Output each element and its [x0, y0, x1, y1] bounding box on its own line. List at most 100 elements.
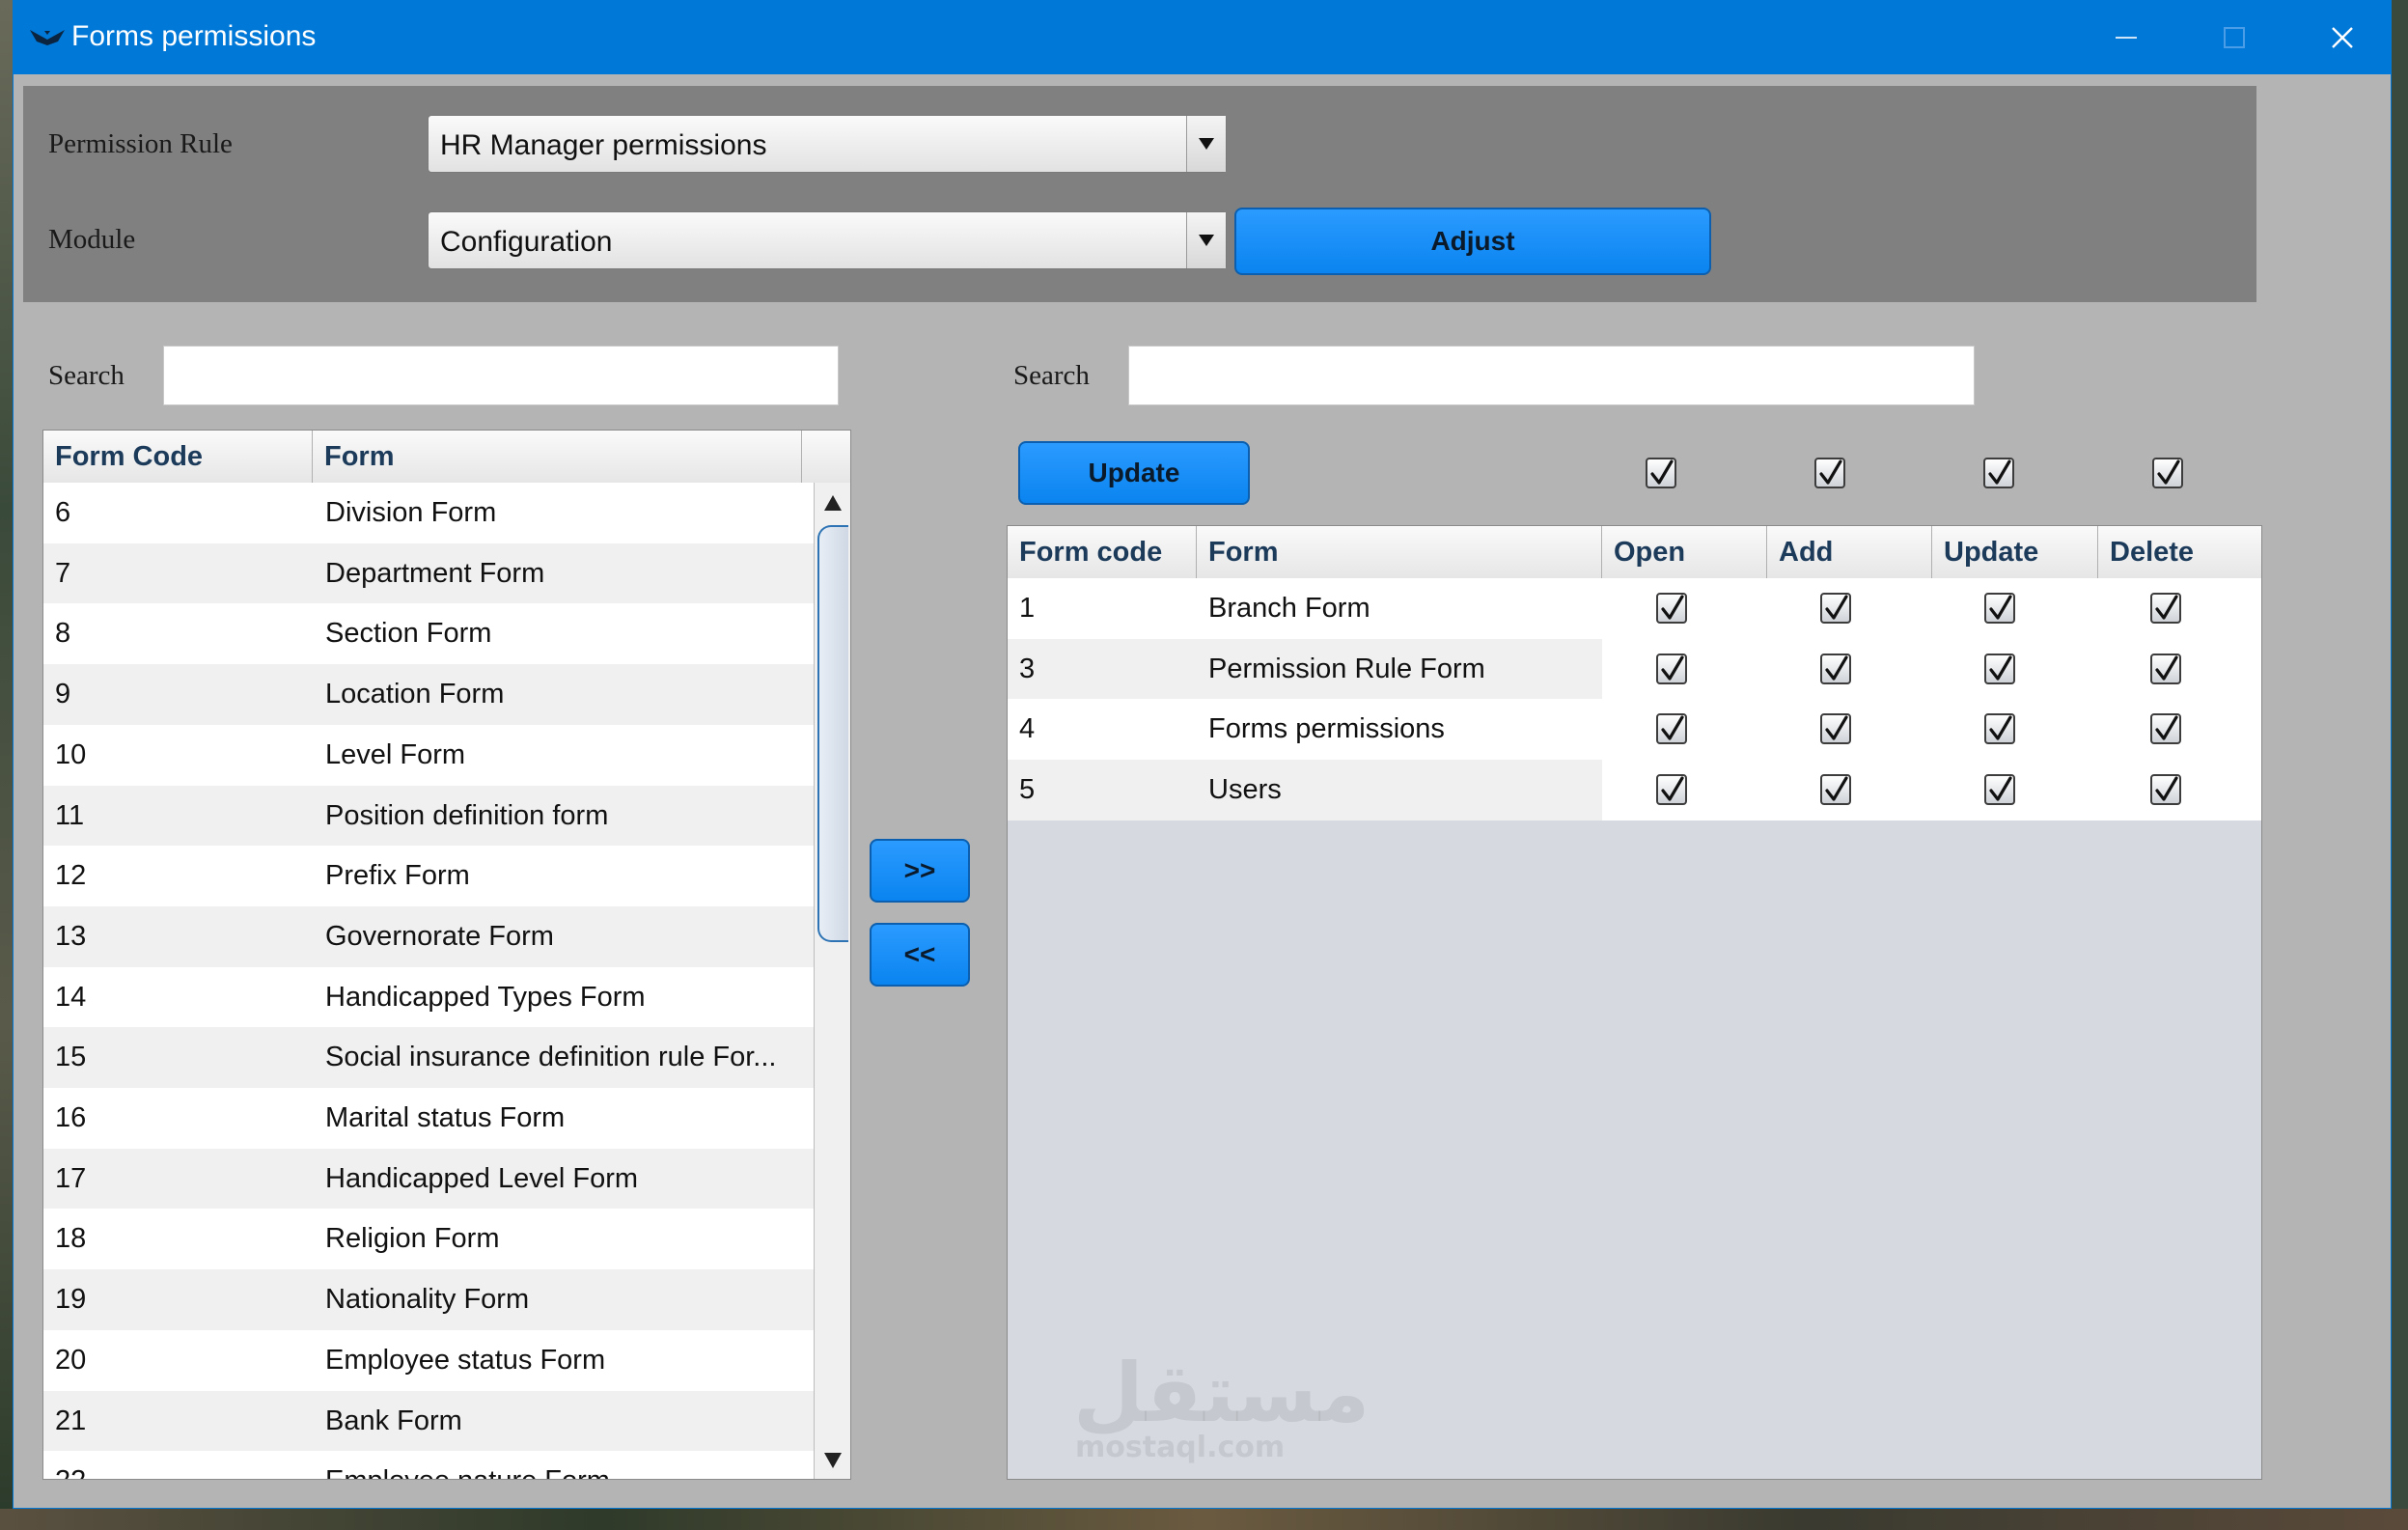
title-bar[interactable]: Forms permissions [14, 1, 2391, 74]
app-logo-icon [30, 30, 65, 45]
assigned-forms-table: Form code Form Open Add Update Delete 1 B… [1007, 525, 2262, 1480]
chevron-down-icon[interactable] [1186, 116, 1226, 172]
form-name-cell: Permission Rule Form [1208, 653, 1485, 684]
select-all-checkbox[interactable] [1814, 458, 1845, 488]
column-header-form-code[interactable]: Form Code [43, 431, 313, 483]
maximize-button[interactable] [2180, 1, 2288, 74]
form-name-cell: Social insurance definition rule For... [325, 1042, 777, 1073]
table-row[interactable]: 5 Users [1008, 760, 2261, 821]
form-name-cell: Branch Form [1208, 593, 1370, 624]
update-checkbox[interactable] [1984, 774, 2015, 806]
delete-checkbox[interactable] [2150, 653, 2181, 684]
left-search-input[interactable] [163, 346, 839, 405]
add-checkbox[interactable] [1820, 653, 1851, 684]
form-code-cell: 6 [55, 497, 71, 528]
open-checkbox[interactable] [1656, 774, 1687, 806]
table-row[interactable]: 17 Handicapped Level Form [43, 1148, 814, 1210]
column-header-open[interactable]: Open [1602, 526, 1767, 578]
scroll-thumb[interactable] [817, 525, 848, 942]
table-row[interactable]: 15 Social insurance definition rule For..… [43, 1027, 814, 1089]
table-row[interactable]: 4 Forms permissions [1008, 699, 2261, 761]
update-checkbox[interactable] [1984, 713, 2015, 745]
filter-panel: Permission Rule HR Manager permissions M… [23, 86, 2256, 302]
form-code-cell: 17 [55, 1162, 87, 1194]
chevron-down-icon[interactable] [1186, 212, 1226, 268]
table-row[interactable]: 19 Nationality Form [43, 1269, 814, 1331]
update-checkbox[interactable] [1984, 653, 2015, 684]
close-icon [2332, 27, 2353, 48]
vertical-scrollbar[interactable] [814, 483, 850, 1479]
minimize-button[interactable] [2072, 1, 2180, 74]
table-header: Form Code Form [43, 431, 850, 484]
update-button[interactable]: Update [1018, 441, 1250, 505]
column-header-form[interactable]: Form [1197, 526, 1602, 578]
form-code-cell: 14 [55, 981, 87, 1013]
form-name-cell: Forms permissions [1208, 713, 1445, 745]
select-all-checkbox[interactable] [1646, 458, 1676, 488]
table-row[interactable]: 12 Prefix Form [43, 846, 814, 907]
add-checkbox[interactable] [1820, 593, 1851, 624]
table-row[interactable]: 22 Employee nature Form [43, 1451, 814, 1479]
form-code-cell: 4 [1019, 713, 1036, 745]
scroll-down-icon[interactable] [823, 1452, 843, 1469]
right-search-input[interactable] [1128, 346, 1975, 405]
add-forms-button[interactable]: >> [870, 839, 970, 903]
form-name-cell: Users [1208, 774, 1282, 806]
open-checkbox[interactable] [1656, 653, 1687, 684]
permission-rule-combo[interactable]: HR Manager permissions [428, 115, 1227, 173]
table-row[interactable]: 1 Branch Form [1008, 578, 2261, 639]
watermark-logo: مستقل [1073, 1346, 1370, 1440]
permission-rule-label: Permission Rule [48, 128, 233, 159]
form-name-cell: Department Form [325, 557, 545, 589]
form-code-cell: 1 [1019, 593, 1036, 624]
table-row[interactable]: 10 Level Form [43, 724, 814, 786]
adjust-button[interactable]: Adjust [1234, 208, 1711, 275]
form-code-cell: 11 [55, 799, 85, 831]
minimize-icon [2116, 37, 2137, 39]
form-name-cell: Location Form [325, 679, 505, 710]
remove-forms-button[interactable]: << [870, 923, 970, 987]
table-row[interactable]: 9 Location Form [43, 664, 814, 726]
form-name-cell: Prefix Form [325, 860, 470, 892]
delete-checkbox[interactable] [2150, 774, 2181, 806]
form-name-cell: Handicapped Level Form [325, 1162, 639, 1194]
table-row[interactable]: 11 Position definition form [43, 785, 814, 847]
open-checkbox[interactable] [1656, 593, 1687, 624]
window-title: Forms permissions [71, 20, 317, 52]
column-header-form-code[interactable]: Form code [1008, 526, 1197, 578]
select-all-checkbox[interactable] [2152, 458, 2183, 488]
form-name-cell: Employee status Form [325, 1344, 606, 1376]
scroll-up-icon[interactable] [823, 494, 843, 512]
module-combo[interactable]: Configuration [428, 211, 1227, 269]
select-all-checkbox[interactable] [1983, 458, 2014, 488]
column-header-add[interactable]: Add [1767, 526, 1932, 578]
form-code-cell: 16 [55, 1102, 87, 1133]
table-row[interactable]: 14 Handicapped Types Form [43, 966, 814, 1028]
column-header-delete[interactable]: Delete [2098, 526, 2261, 578]
form-code-cell: 21 [55, 1405, 87, 1436]
table-row[interactable]: 6 Division Form [43, 483, 814, 543]
table-row[interactable]: 3 Permission Rule Form [1008, 638, 2261, 700]
form-code-cell: 3 [1019, 653, 1036, 684]
table-row[interactable]: 8 Section Form [43, 603, 814, 665]
table-row[interactable]: 13 Governorate Form [43, 905, 814, 967]
form-name-cell: Bank Form [325, 1405, 462, 1436]
column-header-update[interactable]: Update [1932, 526, 2098, 578]
open-checkbox[interactable] [1656, 713, 1687, 745]
form-name-cell: Marital status Form [325, 1102, 566, 1133]
delete-checkbox[interactable] [2150, 593, 2181, 624]
table-row[interactable]: 7 Department Form [43, 542, 814, 604]
form-name-cell: Handicapped Types Form [325, 981, 646, 1013]
add-checkbox[interactable] [1820, 713, 1851, 745]
table-row[interactable]: 16 Marital status Form [43, 1088, 814, 1149]
table-row[interactable]: 18 Religion Form [43, 1209, 814, 1270]
form-code-cell: 12 [55, 860, 87, 892]
close-button[interactable] [2288, 1, 2396, 74]
delete-checkbox[interactable] [2150, 713, 2181, 745]
update-checkbox[interactable] [1984, 593, 2015, 624]
form-name-cell: Section Form [325, 618, 492, 650]
table-row[interactable]: 20 Employee status Form [43, 1329, 814, 1391]
add-checkbox[interactable] [1820, 774, 1851, 806]
table-row[interactable]: 21 Bank Form [43, 1390, 814, 1452]
column-header-form[interactable]: Form [313, 431, 802, 483]
